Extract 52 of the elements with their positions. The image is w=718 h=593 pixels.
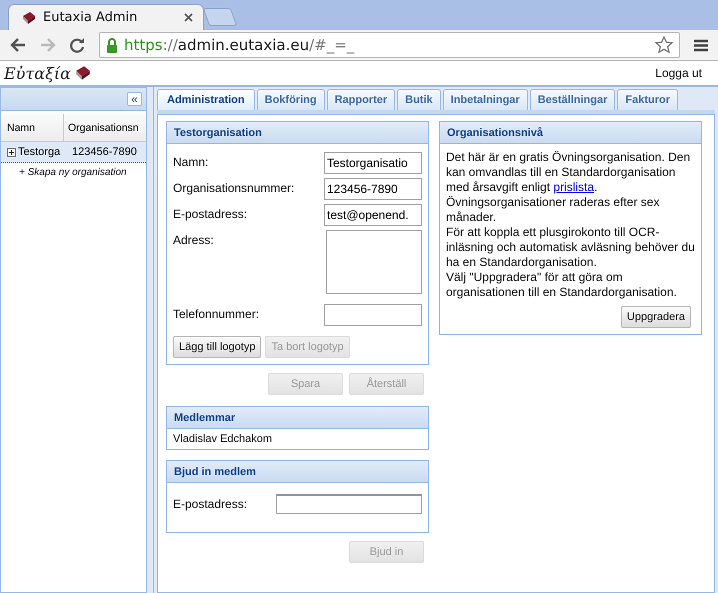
tab[interactable]: Administration [157, 89, 255, 110]
info-paragraph: Övningsorganisationer raderas efter sex månader. [446, 195, 660, 225]
tab[interactable]: Rapporter [326, 89, 396, 110]
back-icon[interactable] [10, 38, 26, 52]
upgrade-button[interactable]: Uppgradera [620, 306, 691, 328]
logout-link[interactable]: Logga ut [655, 66, 714, 80]
panel-title: Organisationsnivå [440, 122, 701, 144]
browser-tab[interactable]: Eutaxia Admin [8, 4, 204, 30]
tab[interactable]: Butik [397, 89, 441, 110]
lock-icon [106, 38, 118, 52]
column-header[interactable]: Organisationsn [64, 114, 146, 141]
address-field[interactable] [326, 230, 422, 294]
url-text: https://admin.eutaxia.eu/#_=_ [124, 36, 356, 54]
input-field[interactable]: Testorganisatio [324, 152, 422, 174]
close-tab-icon[interactable] [184, 13, 193, 22]
panel-title: Bjud in medlem [167, 461, 428, 483]
info-paragraph: För att koppla ett plusgirokonto till OCR-inläsning och automatisk avläsning behöver du ha en Standardorganisation. [446, 225, 695, 270]
table-cell-text: Testorga [18, 146, 62, 158]
menu-icon[interactable] [694, 38, 708, 52]
tab[interactable]: Inbetalningar [442, 89, 528, 110]
field-label: Adress: [173, 232, 214, 247]
column-header[interactable]: Namn [1, 114, 64, 141]
info-paragraph: Välj "Uppgradera" för att göra om organisationen till en Standardorganisation. [446, 270, 678, 300]
info-paragraph: Det här är en gratis Övningsorganisation. Den kan omvandlas till en Standardorganisation med årsavgift enligt prislista. [446, 150, 692, 195]
panel-title: Medlemmar [167, 407, 428, 429]
field-label: Telefonnummer: [173, 306, 260, 321]
logo-button[interactable]: Lägg till logotyp [173, 336, 262, 358]
star-icon[interactable] [655, 36, 673, 54]
panel-title: Testorganisation [167, 122, 428, 144]
tab-title: Eutaxia Admin [43, 10, 138, 25]
expand-icon[interactable] [7, 148, 16, 156]
book-icon [21, 10, 37, 26]
field-label: E-postadress: [173, 206, 248, 221]
table-cell: 123456-7890 [72, 146, 137, 158]
email-field[interactable] [276, 494, 422, 514]
tab[interactable]: Fakturor [617, 89, 678, 110]
input-field[interactable]: 123456-7890 [324, 178, 422, 200]
collapse-button[interactable]: « [127, 92, 142, 106]
member-name: Vladislav Edchakom [173, 433, 274, 445]
tab[interactable]: Bokföring [256, 89, 325, 110]
input-field[interactable]: test@openend. [324, 204, 422, 226]
tab[interactable]: Beställningar [530, 89, 616, 110]
field-label: E-postadress: [173, 496, 248, 513]
new-organisation-link[interactable]: + Skapa ny organisation [1, 163, 146, 178]
field-label: Organisationsnummer: [173, 180, 294, 195]
field-label: Namn: [173, 154, 208, 169]
tree-row[interactable]: Testorga 123456-7890 [1, 142, 146, 163]
logo-text: Εὐταξία [4, 64, 71, 82]
reload-icon[interactable] [70, 38, 85, 52]
price-list-link[interactable]: prislista [553, 180, 594, 194]
address-bar[interactable]: https://admin.eutaxia.eu/#_=_ [99, 32, 680, 58]
input-field[interactable] [324, 304, 422, 326]
